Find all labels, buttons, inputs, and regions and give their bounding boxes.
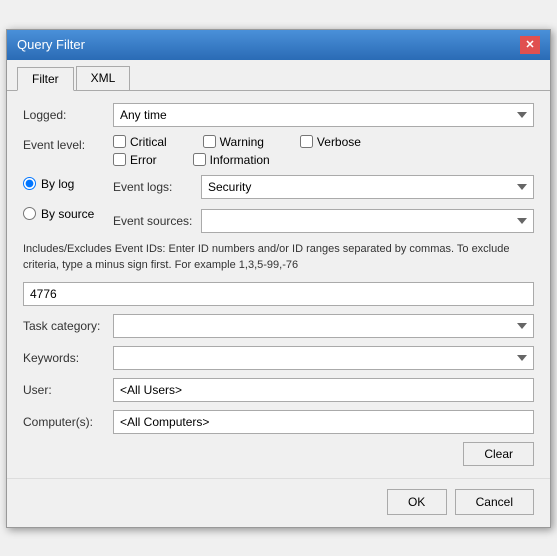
task-category-row: Task category: xyxy=(23,314,534,338)
tab-filter[interactable]: Filter xyxy=(17,67,74,91)
warning-checkbox-label[interactable]: Warning xyxy=(203,135,264,149)
query-filter-dialog: Query Filter ✕ Filter XML Logged: Any ti… xyxy=(6,29,551,528)
task-category-dropdown[interactable] xyxy=(113,314,534,338)
task-category-label: Task category: xyxy=(23,319,113,333)
by-source-radio-label[interactable]: By source xyxy=(23,207,113,221)
clear-row: Clear xyxy=(23,442,534,466)
computer-control xyxy=(113,410,534,434)
event-sources-label: Event sources: xyxy=(113,214,193,228)
event-logs-row: Event logs: Security Application System xyxy=(113,175,534,199)
error-checkbox[interactable] xyxy=(113,153,126,166)
close-button[interactable]: ✕ xyxy=(520,36,540,54)
cancel-button[interactable]: Cancel xyxy=(455,489,534,515)
log-source-fields: Event logs: Security Application System … xyxy=(113,175,534,233)
keywords-label: Keywords: xyxy=(23,351,113,365)
user-input[interactable] xyxy=(113,378,534,402)
filter-content: Logged: Any time Last hour Last 12 hours… xyxy=(7,91,550,478)
task-category-control xyxy=(113,314,534,338)
logged-dropdown[interactable]: Any time Last hour Last 12 hours Last 24… xyxy=(113,103,534,127)
event-sources-dropdown[interactable] xyxy=(201,209,534,233)
event-logs-control: Security Application System xyxy=(201,175,534,199)
computer-input[interactable] xyxy=(113,410,534,434)
critical-checkbox[interactable] xyxy=(113,135,126,148)
user-label: User: xyxy=(23,383,113,397)
event-id-description: Includes/Excludes Event IDs: Enter ID nu… xyxy=(23,241,534,274)
information-checkbox-label[interactable]: Information xyxy=(193,153,270,167)
event-level-label: Event level: xyxy=(23,135,113,152)
event-id-input[interactable] xyxy=(23,282,534,306)
logged-row: Logged: Any time Last hour Last 12 hours… xyxy=(23,103,534,127)
tab-bar: Filter XML xyxy=(7,60,550,91)
event-logs-dropdown[interactable]: Security Application System xyxy=(201,175,534,199)
user-row: User: xyxy=(23,378,534,402)
user-control xyxy=(113,378,534,402)
by-source-radio[interactable] xyxy=(23,207,36,220)
event-logs-label: Event logs: xyxy=(113,180,193,194)
event-sources-row: Event sources: xyxy=(113,209,534,233)
event-level-row: Event level: Critical Warning Verbose xyxy=(23,135,534,167)
log-source-section: By log By source Event logs: Security Ap… xyxy=(23,175,534,233)
ok-button[interactable]: OK xyxy=(387,489,447,515)
event-level-checkboxes: Critical Warning Verbose Error xyxy=(113,135,381,167)
event-id-row xyxy=(23,282,534,306)
dialog-title: Query Filter xyxy=(17,37,85,52)
computer-label: Computer(s): xyxy=(23,415,113,429)
computer-row: Computer(s): xyxy=(23,410,534,434)
clear-button[interactable]: Clear xyxy=(463,442,534,466)
information-checkbox[interactable] xyxy=(193,153,206,166)
radio-col: By log By source xyxy=(23,175,113,221)
critical-checkbox-label[interactable]: Critical xyxy=(113,135,167,149)
event-sources-control xyxy=(201,209,534,233)
error-checkbox-label[interactable]: Error xyxy=(113,153,157,167)
logged-control: Any time Last hour Last 12 hours Last 24… xyxy=(113,103,534,127)
logged-label: Logged: xyxy=(23,108,113,122)
by-log-radio-label[interactable]: By log xyxy=(23,177,113,191)
title-bar: Query Filter ✕ xyxy=(7,30,550,60)
verbose-checkbox-label[interactable]: Verbose xyxy=(300,135,361,149)
verbose-checkbox[interactable] xyxy=(300,135,313,148)
keywords-dropdown[interactable] xyxy=(113,346,534,370)
keywords-control xyxy=(113,346,534,370)
by-log-radio[interactable] xyxy=(23,177,36,190)
keywords-row: Keywords: xyxy=(23,346,534,370)
tab-xml[interactable]: XML xyxy=(76,66,131,90)
dialog-footer: OK Cancel xyxy=(7,478,550,527)
warning-checkbox[interactable] xyxy=(203,135,216,148)
